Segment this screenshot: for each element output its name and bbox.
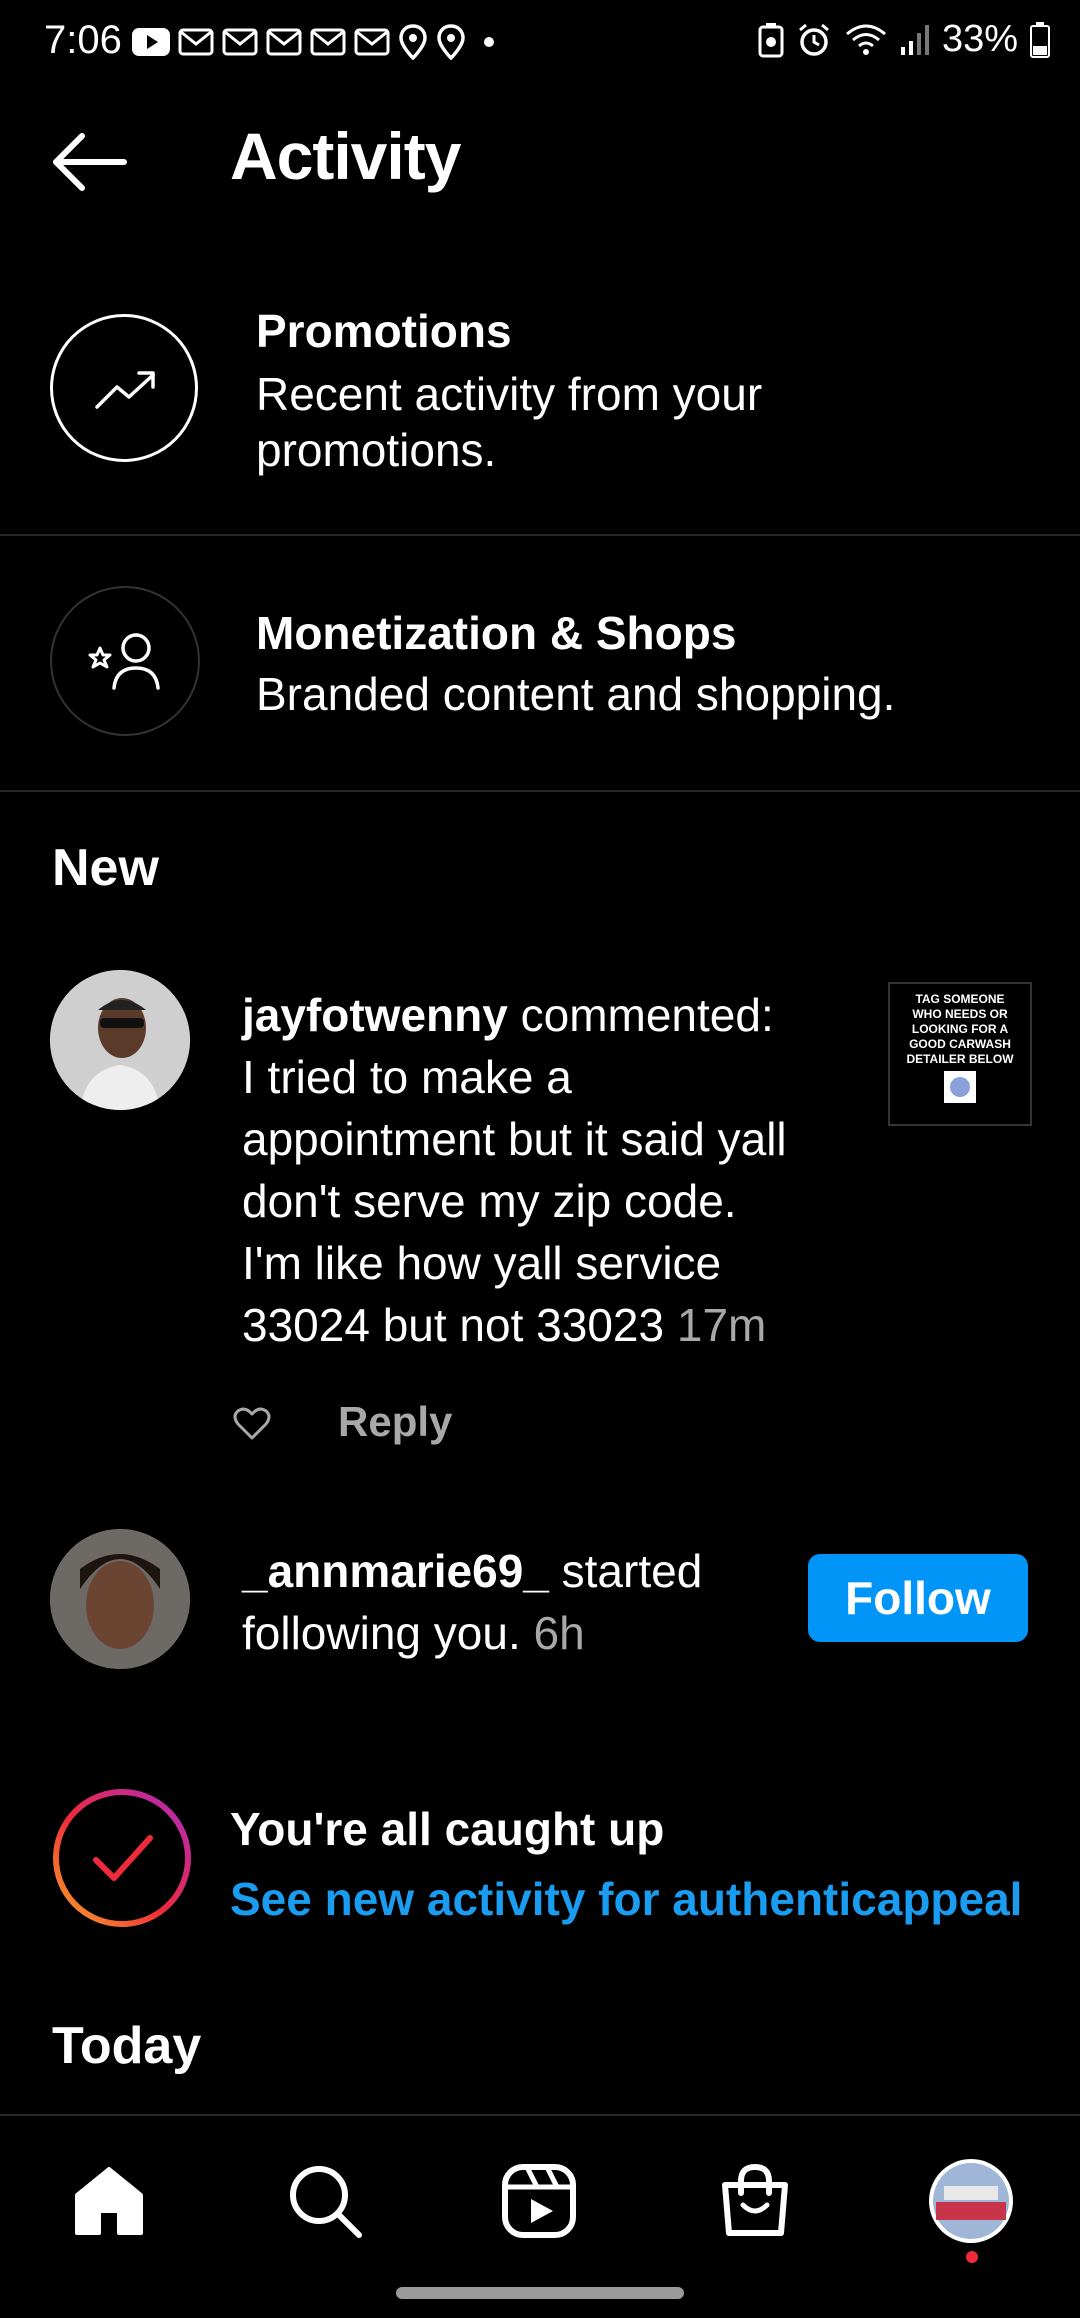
monetization-title: Monetization & Shops: [256, 607, 737, 659]
gmail-icon: [266, 28, 302, 56]
trending-up-icon: [95, 371, 155, 409]
nav-shop[interactable]: [710, 2156, 800, 2246]
thumbnail-logo: [944, 1071, 976, 1103]
monetization-icon-circle: [50, 586, 200, 736]
home-indicator[interactable]: [396, 2287, 684, 2299]
comment-username[interactable]: jayfotwenny: [242, 989, 508, 1041]
status-right: 33%: [758, 18, 1050, 61]
home-icon: [75, 2167, 143, 2235]
back-arrow-icon: [53, 133, 127, 191]
battery-percent: 33%: [941, 18, 1018, 60]
thumbnail-text: TAG SOMEONE WHO NEEDS OR LOOKING FOR A G…: [906, 992, 1014, 1066]
post-thumbnail[interactable]: TAG SOMEONE WHO NEEDS OR LOOKING FOR A G…: [888, 982, 1032, 1126]
battery-icon: [1030, 21, 1050, 58]
comment-text: jayfotwenny commented: I tried to make a…: [242, 984, 862, 1356]
wifi-icon: [845, 24, 886, 55]
avatar[interactable]: [50, 1529, 190, 1669]
follow-action-line2: following you.: [242, 1607, 521, 1659]
location-icon: [437, 24, 465, 60]
follow-time: 6h: [533, 1607, 585, 1659]
gmail-icon: [178, 28, 214, 56]
notification-icons: [132, 22, 504, 62]
section-today-heading: Today: [52, 2017, 202, 2075]
notification-dot-icon: [966, 2251, 978, 2263]
follower-username[interactable]: _annmarie69_: [242, 1545, 549, 1597]
follow-action: started: [548, 1545, 703, 1597]
comment-time: 17m: [676, 1299, 767, 1351]
divider: [0, 534, 1080, 536]
user-photo: [50, 1529, 190, 1669]
dot-icon: [484, 37, 494, 47]
follow-button[interactable]: Follow: [808, 1554, 1028, 1642]
star-person-icon: [88, 633, 160, 690]
location-icon: [399, 24, 427, 60]
checkmark-gradient-icon: [53, 1789, 191, 1927]
comment-action: commented:: [507, 989, 774, 1041]
user-photo: [50, 970, 190, 1110]
comment-line: I'm like how yall service: [242, 1237, 722, 1289]
shopping-bag-icon: [722, 2163, 788, 2236]
nav-home[interactable]: [64, 2156, 154, 2246]
status-time: 7:06: [44, 18, 122, 62]
profile-avatar: [929, 2159, 1013, 2243]
comment-line: I tried to make a: [242, 1051, 572, 1103]
reply-button[interactable]: Reply: [338, 1398, 452, 1446]
nav-search[interactable]: [280, 2156, 370, 2246]
battery-saver-icon: [758, 22, 784, 57]
avatar[interactable]: [50, 970, 190, 1110]
comment-notification[interactable]: jayfotwenny commented: I tried to make a…: [0, 960, 1080, 1470]
promotions-row[interactable]: Promotions Recent activity from your pro…: [0, 300, 1080, 534]
caught-up-title: You're all caught up: [230, 1803, 665, 1855]
promotions-title: Promotions: [256, 305, 512, 357]
nav-profile[interactable]: [926, 2156, 1016, 2246]
promotions-subtitle-1: Recent activity from your: [256, 368, 763, 420]
youtube-icon: [132, 28, 170, 56]
search-icon: [290, 2166, 362, 2238]
signal-icon: [900, 24, 929, 55]
comment-line: don't serve my zip code.: [242, 1175, 737, 1227]
promotions-icon-circle: [50, 314, 198, 462]
gmail-icon: [310, 28, 346, 56]
caught-up-section: You're all caught up See new activity fo…: [0, 1786, 1080, 1927]
section-new-heading: New: [52, 839, 159, 897]
like-comment-button[interactable]: [228, 1400, 278, 1450]
gmail-icon: [354, 28, 390, 56]
page-title: Activity: [230, 119, 461, 193]
back-button[interactable]: [48, 122, 134, 202]
monetization-subtitle: Branded content and shopping.: [256, 668, 896, 720]
monetization-row[interactable]: Monetization & Shops Branded content and…: [0, 580, 1080, 790]
follow-text: _annmarie69_ started following you. 6h: [242, 1540, 782, 1664]
heart-icon: [233, 1407, 271, 1440]
alarm-icon: [798, 23, 829, 56]
reels-icon: [502, 2164, 576, 2238]
comment-line: 33024 but not 33023: [242, 1299, 665, 1351]
promotions-subtitle-2: promotions.: [256, 424, 497, 476]
follow-notification[interactable]: _annmarie69_ started following you. 6h F…: [0, 1526, 1080, 1676]
gmail-icon: [222, 28, 258, 56]
see-new-activity-link[interactable]: See new activity for authenticappeal: [230, 1872, 1022, 1926]
nav-reels[interactable]: [494, 2156, 584, 2246]
status-bar: 7:06 33%: [0, 0, 1080, 80]
divider: [0, 790, 1080, 792]
comment-line: appointment but it said yall: [242, 1113, 787, 1165]
